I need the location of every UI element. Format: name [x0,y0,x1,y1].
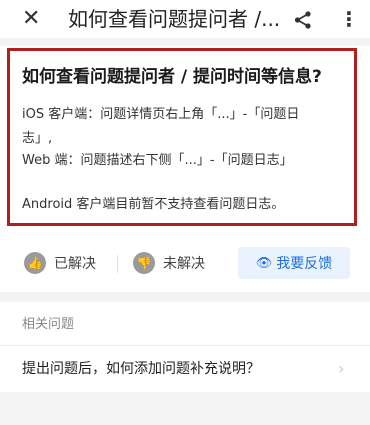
section-divider [0,292,370,302]
answer-card: 如何查看问题提问者 / 提问时间等信息? iOS 客户端：问题详情页右上角「..… [7,48,357,226]
answer-line-android: Android 客户端目前暂不支持查看问题日志。 [22,197,285,212]
feedback-label: 我要反馈 [276,256,333,272]
thumbs-down-icon: 👎 [133,252,155,274]
unsolved-button[interactable]: 👎 未解决 [133,248,205,278]
related-question-item[interactable]: 提出问题后，如何添加问题补充说明？ [22,357,260,381]
more-vert-icon[interactable]: ⋮ [339,7,359,31]
section-divider [0,38,370,46]
answer-line-ios: iOS 客户端：问题详情页右上角「...」-「问题日 [22,107,300,122]
chevron-right-icon: › [338,359,345,378]
answer-heading: 如何查看问题提问者 / 提问时间等信息? [22,67,322,87]
action-divider [117,255,118,273]
feedback-actions: 👍 已解决 👎 未解决 👁 我要反馈 [0,238,370,290]
answer-line-web: Web 端：问题描述右下侧「...」-「问题日志」 [22,153,293,168]
feedback-button[interactable]: 👁 我要反馈 [238,247,350,279]
divider [0,345,370,346]
solved-button[interactable]: 👍 已解决 [24,248,96,278]
share-icon[interactable] [293,10,313,30]
thumbs-up-icon: 👍 [24,252,46,274]
eye-icon: 👁 [255,255,273,271]
page-title: 如何查看问题提问者 /... [68,7,281,31]
solved-label: 已解决 [54,256,96,272]
footer-area [0,392,370,425]
unsolved-label: 未解决 [163,256,205,272]
top-app-bar: ✕ 如何查看问题提问者 /... ⋮ [0,0,370,38]
answer-line-ios-cont: 志」, [22,131,53,146]
close-icon[interactable]: ✕ [22,7,40,31]
related-heading: 相关问题 [22,317,75,332]
